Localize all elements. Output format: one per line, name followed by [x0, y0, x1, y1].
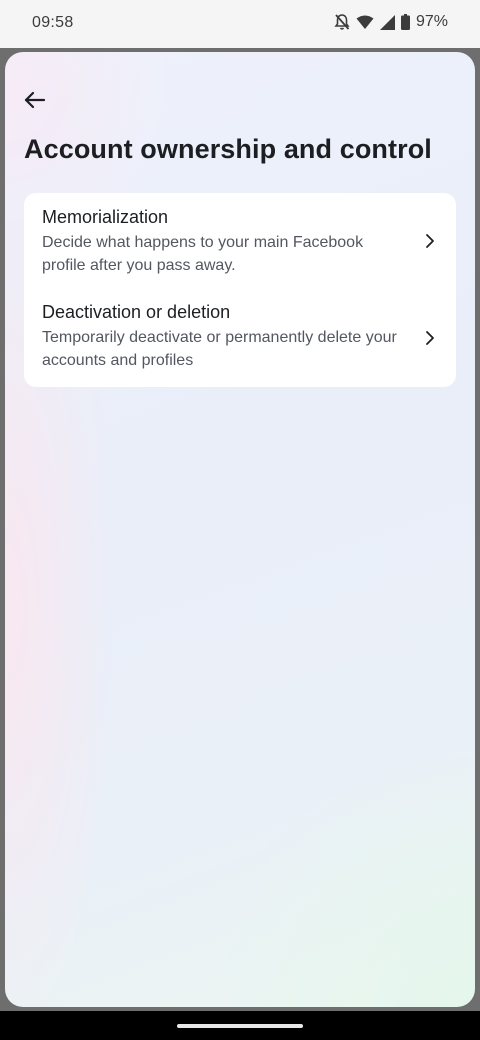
home-indicator[interactable]	[177, 1024, 303, 1028]
menu-item-description: Decide what happens to your main Faceboo…	[42, 234, 364, 274]
arrow-left-icon	[24, 91, 46, 114]
battery-percentage: 97%	[415, 13, 448, 30]
notifications-off-icon	[334, 13, 350, 31]
chevron-right-icon	[424, 233, 436, 249]
page-title: Account ownership and control	[24, 134, 432, 164]
settings-card: Memorialization Decide what happens to y…	[24, 193, 456, 387]
back-button[interactable]	[21, 88, 49, 116]
signal-icon	[379, 14, 395, 30]
deactivation-deletion-item[interactable]: Deactivation or deletion Temporarily dea…	[24, 289, 456, 387]
chevron-right-icon	[424, 330, 436, 346]
menu-item-title: Memorialization	[42, 207, 169, 227]
menu-item-description: Temporarily deactivate or permanently de…	[42, 329, 397, 369]
settings-sheet: Account ownership and control Memorializ…	[5, 52, 475, 1007]
menu-item-title: Deactivation or deletion	[42, 302, 231, 322]
navigation-bar	[0, 1011, 480, 1040]
status-bar: 09:58 97%	[0, 0, 480, 48]
wifi-icon	[356, 14, 374, 30]
memorialization-item[interactable]: Memorialization Decide what happens to y…	[24, 193, 456, 289]
status-time: 09:58	[32, 14, 74, 31]
battery-icon	[400, 14, 410, 30]
status-icons: 97%	[334, 13, 448, 31]
